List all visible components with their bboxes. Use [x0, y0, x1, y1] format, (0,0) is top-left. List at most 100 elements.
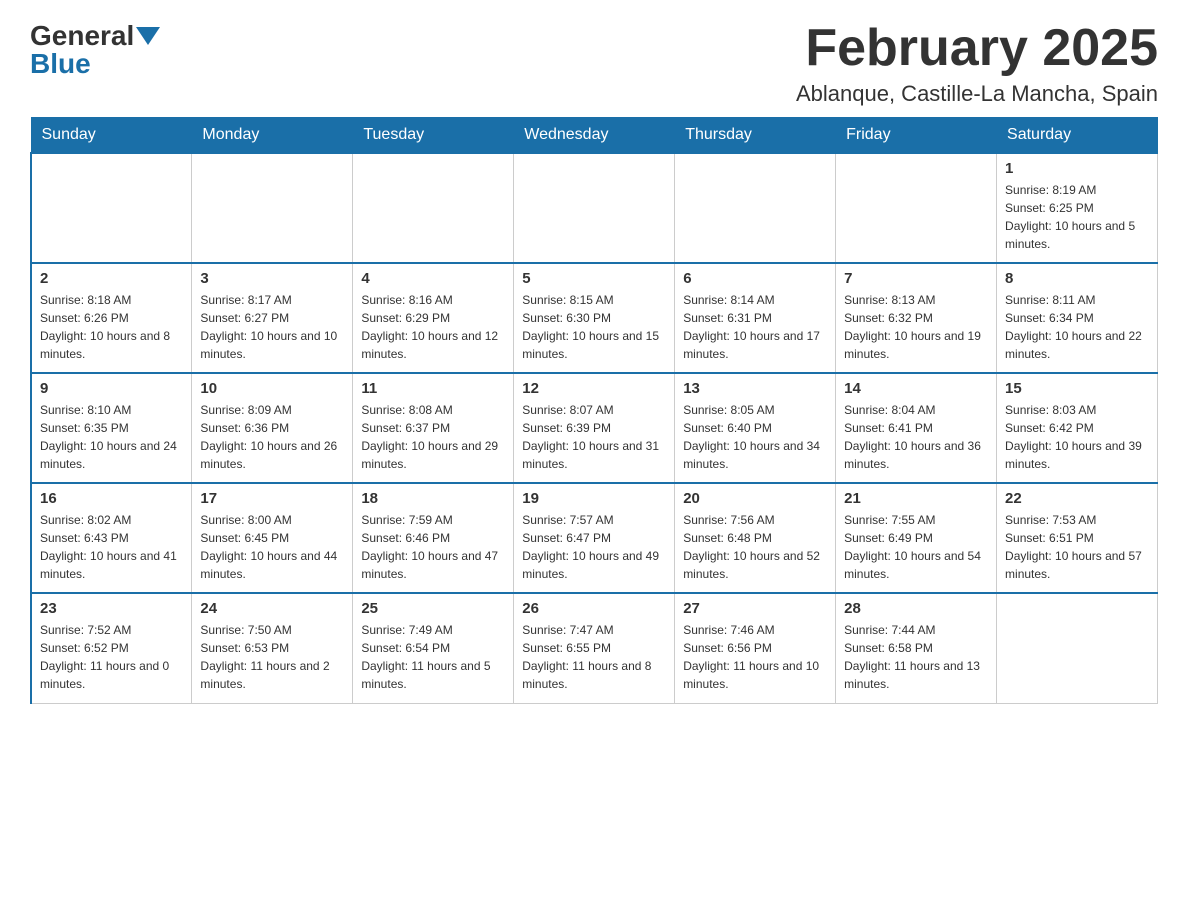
- weekday-header-saturday: Saturday: [997, 118, 1158, 154]
- page-header: General Blue February 2025 Ablanque, Cas…: [30, 20, 1158, 107]
- day-info: Sunrise: 8:16 AMSunset: 6:29 PMDaylight:…: [361, 291, 505, 363]
- day-info: Sunrise: 8:10 AMSunset: 6:35 PMDaylight:…: [40, 401, 183, 473]
- day-info: Sunrise: 8:14 AMSunset: 6:31 PMDaylight:…: [683, 291, 827, 363]
- weekday-header-sunday: Sunday: [31, 118, 192, 154]
- day-info: Sunrise: 8:17 AMSunset: 6:27 PMDaylight:…: [200, 291, 344, 363]
- calendar-cell: 17Sunrise: 8:00 AMSunset: 6:45 PMDayligh…: [192, 483, 353, 593]
- calendar-cell: 22 Sunrise: 7:53 AMSunset: 6:51 PMDayligh…: [997, 483, 1158, 593]
- day-info: Sunrise: 8:07 AMSunset: 6:39 PMDaylight:…: [522, 401, 666, 473]
- calendar-cell: 3Sunrise: 8:17 AMSunset: 6:27 PMDaylight…: [192, 263, 353, 373]
- calendar-cell: 24 Sunrise: 7:50 AMSunset: 6:53 PMDayligh…: [192, 593, 353, 703]
- weekday-header-row: SundayMondayTuesdayWednesdayThursdayFrid…: [31, 118, 1158, 154]
- calendar-week-row: 16 Sunrise: 8:02 AMSunset: 6:43 PMDayligh…: [31, 483, 1158, 593]
- day-info: Sunrise: 8:00 AMSunset: 6:45 PMDaylight:…: [200, 511, 344, 583]
- day-info: Sunrise: 8:02 AMSunset: 6:43 PMDaylight:…: [40, 511, 183, 583]
- day-number: 11: [361, 380, 505, 397]
- title-section: February 2025 Ablanque, Castille-La Manc…: [796, 20, 1158, 107]
- day-info: Sunrise: 7:47 AMSunset: 6:55 PMDaylight:…: [522, 621, 666, 693]
- day-info: Sunrise: 8:08 AMSunset: 6:37 PMDaylight:…: [361, 401, 505, 473]
- calendar-cell: [836, 153, 997, 263]
- day-number: 26: [522, 600, 666, 617]
- day-number: 22: [1005, 490, 1149, 507]
- day-number: 12: [522, 380, 666, 397]
- day-number: 15: [1005, 380, 1149, 397]
- calendar-week-row: 1 Sunrise: 8:19 AMSunset: 6:25 PMDaylight…: [31, 153, 1158, 263]
- day-number: 7: [844, 270, 988, 287]
- calendar-cell: 26 Sunrise: 7:47 AMSunset: 6:55 PMDayligh…: [514, 593, 675, 703]
- day-info: Sunrise: 7:44 AMSunset: 6:58 PMDaylight:…: [844, 621, 988, 693]
- day-info: Sunrise: 7:50 AMSunset: 6:53 PMDaylight:…: [200, 621, 344, 693]
- weekday-header-monday: Monday: [192, 118, 353, 154]
- calendar-cell: 10 Sunrise: 8:09 AMSunset: 6:36 PMDayligh…: [192, 373, 353, 483]
- day-info: Sunrise: 7:46 AMSunset: 6:56 PMDaylight:…: [683, 621, 827, 693]
- calendar-cell: 1 Sunrise: 8:19 AMSunset: 6:25 PMDaylight…: [997, 153, 1158, 263]
- weekday-header-wednesday: Wednesday: [514, 118, 675, 154]
- day-info: Sunrise: 8:15 AMSunset: 6:30 PMDaylight:…: [522, 291, 666, 363]
- logo-triangle-icon: [136, 27, 160, 45]
- logo-blue-text: Blue: [30, 48, 91, 79]
- day-number: 9: [40, 380, 183, 397]
- calendar-cell: 2 Sunrise: 8:18 AMSunset: 6:26 PMDaylight…: [31, 263, 192, 373]
- day-info: Sunrise: 8:11 AMSunset: 6:34 PMDaylight:…: [1005, 291, 1149, 363]
- day-number: 5: [522, 270, 666, 287]
- day-number: 2: [40, 270, 183, 287]
- location-title: Ablanque, Castille-La Mancha, Spain: [796, 81, 1158, 107]
- day-number: 28: [844, 600, 988, 617]
- day-info: Sunrise: 7:49 AMSunset: 6:54 PMDaylight:…: [361, 621, 505, 693]
- calendar-week-row: 9 Sunrise: 8:10 AMSunset: 6:35 PMDaylight…: [31, 373, 1158, 483]
- day-number: 1: [1005, 160, 1149, 177]
- weekday-header-tuesday: Tuesday: [353, 118, 514, 154]
- calendar-cell: 9 Sunrise: 8:10 AMSunset: 6:35 PMDaylight…: [31, 373, 192, 483]
- weekday-header-friday: Friday: [836, 118, 997, 154]
- calendar-cell: 27 Sunrise: 7:46 AMSunset: 6:56 PMDayligh…: [675, 593, 836, 703]
- day-number: 10: [200, 380, 344, 397]
- calendar-cell: 28 Sunrise: 7:44 AMSunset: 6:58 PMDayligh…: [836, 593, 997, 703]
- calendar-cell: 13 Sunrise: 8:05 AMSunset: 6:40 PMDayligh…: [675, 373, 836, 483]
- day-info: Sunrise: 8:03 AMSunset: 6:42 PMDaylight:…: [1005, 401, 1149, 473]
- calendar-cell: 18 Sunrise: 7:59 AMSunset: 6:46 PMDayligh…: [353, 483, 514, 593]
- day-number: 18: [361, 490, 505, 507]
- calendar-week-row: 23Sunrise: 7:52 AMSunset: 6:52 PMDayligh…: [31, 593, 1158, 703]
- day-number: 24: [200, 600, 344, 617]
- calendar-cell: [997, 593, 1158, 703]
- calendar-cell: 15 Sunrise: 8:03 AMSunset: 6:42 PMDayligh…: [997, 373, 1158, 483]
- day-info: Sunrise: 8:05 AMSunset: 6:40 PMDaylight:…: [683, 401, 827, 473]
- calendar-cell: 23Sunrise: 7:52 AMSunset: 6:52 PMDayligh…: [31, 593, 192, 703]
- day-number: 6: [683, 270, 827, 287]
- calendar-cell: [192, 153, 353, 263]
- day-info: Sunrise: 8:13 AMSunset: 6:32 PMDaylight:…: [844, 291, 988, 363]
- day-info: Sunrise: 7:55 AMSunset: 6:49 PMDaylight:…: [844, 511, 988, 583]
- calendar-cell: 5 Sunrise: 8:15 AMSunset: 6:30 PMDaylight…: [514, 263, 675, 373]
- day-number: 25: [361, 600, 505, 617]
- day-number: 13: [683, 380, 827, 397]
- calendar-cell: 21 Sunrise: 7:55 AMSunset: 6:49 PMDayligh…: [836, 483, 997, 593]
- calendar-cell: 11 Sunrise: 8:08 AMSunset: 6:37 PMDayligh…: [353, 373, 514, 483]
- day-info: Sunrise: 7:56 AMSunset: 6:48 PMDaylight:…: [683, 511, 827, 583]
- day-number: 4: [361, 270, 505, 287]
- day-info: Sunrise: 8:19 AMSunset: 6:25 PMDaylight:…: [1005, 181, 1149, 253]
- day-info: Sunrise: 7:52 AMSunset: 6:52 PMDaylight:…: [40, 621, 183, 693]
- calendar-cell: 12 Sunrise: 8:07 AMSunset: 6:39 PMDayligh…: [514, 373, 675, 483]
- day-number: 16: [40, 490, 183, 507]
- calendar-cell: 6 Sunrise: 8:14 AMSunset: 6:31 PMDaylight…: [675, 263, 836, 373]
- day-info: Sunrise: 7:53 AMSunset: 6:51 PMDaylight:…: [1005, 511, 1149, 583]
- calendar-cell: 16 Sunrise: 8:02 AMSunset: 6:43 PMDayligh…: [31, 483, 192, 593]
- calendar-cell: 25 Sunrise: 7:49 AMSunset: 6:54 PMDayligh…: [353, 593, 514, 703]
- day-info: Sunrise: 7:57 AMSunset: 6:47 PMDaylight:…: [522, 511, 666, 583]
- calendar-cell: [514, 153, 675, 263]
- calendar-cell: 19Sunrise: 7:57 AMSunset: 6:47 PMDayligh…: [514, 483, 675, 593]
- calendar-cell: 20 Sunrise: 7:56 AMSunset: 6:48 PMDayligh…: [675, 483, 836, 593]
- calendar-cell: 14Sunrise: 8:04 AMSunset: 6:41 PMDayligh…: [836, 373, 997, 483]
- calendar-cell: [353, 153, 514, 263]
- calendar-cell: [31, 153, 192, 263]
- day-number: 20: [683, 490, 827, 507]
- day-number: 8: [1005, 270, 1149, 287]
- day-info: Sunrise: 7:59 AMSunset: 6:46 PMDaylight:…: [361, 511, 505, 583]
- day-number: 21: [844, 490, 988, 507]
- day-info: Sunrise: 8:09 AMSunset: 6:36 PMDaylight:…: [200, 401, 344, 473]
- month-title: February 2025: [796, 20, 1158, 77]
- day-number: 27: [683, 600, 827, 617]
- day-info: Sunrise: 8:18 AMSunset: 6:26 PMDaylight:…: [40, 291, 183, 363]
- day-number: 14: [844, 380, 988, 397]
- logo: General Blue: [30, 20, 162, 80]
